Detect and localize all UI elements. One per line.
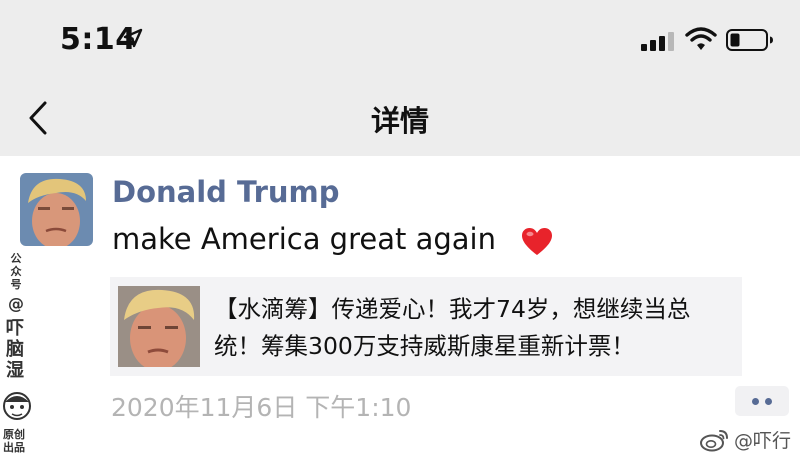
weibo-icon — [700, 430, 728, 452]
mascot-logo — [3, 392, 31, 420]
top-bar: 5:14 详情 — [0, 0, 800, 156]
battery-icon — [726, 29, 773, 51]
dot-icon — [752, 398, 759, 405]
location-arrow-icon — [123, 28, 143, 48]
weibo-watermark: @吓行 — [734, 430, 792, 452]
wifi-icon — [685, 27, 717, 50]
side-watermark-name: 吓 脑 湿 — [6, 318, 24, 381]
post-text: make America great again — [112, 222, 496, 256]
avatar[interactable] — [20, 173, 93, 246]
heart-icon — [522, 228, 552, 255]
dot-icon — [765, 398, 772, 405]
side-watermark-original: 原创 出品 — [3, 428, 25, 454]
cellular-signal-icon — [641, 32, 674, 51]
link-card[interactable]: 【水滴筹】传递爱心！我才74岁，想继续当总统！筹集300万支持威斯康星重新计票！ — [110, 277, 742, 376]
author-name[interactable]: Donald Trump — [112, 175, 340, 209]
link-title: 【水滴筹】传递爱心！我才74岁，想继续当总统！筹集300万支持威斯康星重新计票！ — [214, 295, 691, 360]
more-button[interactable] — [735, 386, 789, 416]
side-watermark-account: 公众号 @ — [8, 252, 24, 313]
timestamp: 2020年11月6日 下午1:10 — [111, 393, 412, 422]
link-thumbnail — [118, 286, 200, 367]
page-title: 详情 — [370, 104, 429, 138]
